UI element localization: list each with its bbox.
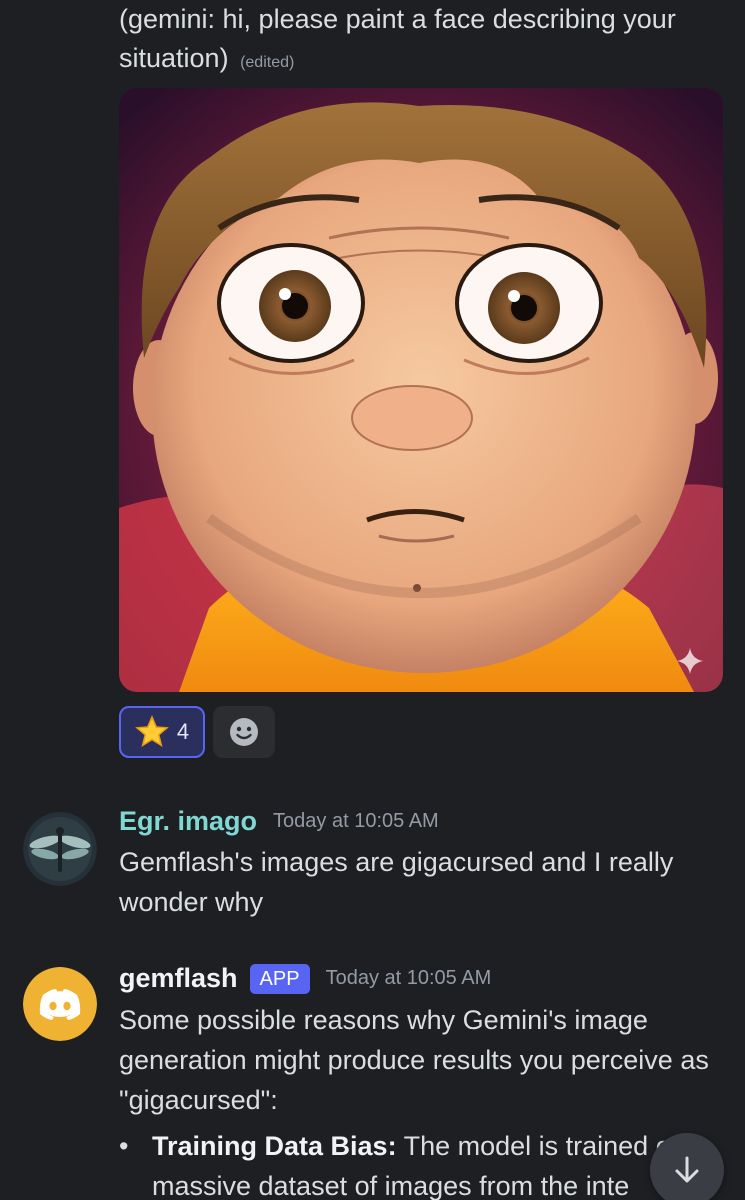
scroll-to-bottom-button[interactable] bbox=[650, 1133, 724, 1200]
arrow-down-icon bbox=[675, 1156, 699, 1183]
message-content: Gemflash's images are gigacursed and I r… bbox=[119, 847, 674, 917]
star-icon bbox=[135, 715, 169, 747]
edited-label: (edited) bbox=[240, 54, 295, 71]
list-item: • Training Data Bias: The model is train… bbox=[119, 1126, 729, 1200]
username[interactable]: gemflash bbox=[119, 963, 238, 994]
bullet-title: Training Data Bias: bbox=[152, 1131, 397, 1161]
message-header: Egr. imago Today at 10:05 AM bbox=[119, 806, 439, 837]
previous-message-text: (gemini: hi, please paint a face describ… bbox=[119, 0, 729, 82]
chat-view: (gemini: hi, please paint a face describ… bbox=[0, 0, 745, 1200]
message-content: Some possible reasons why Gemini's image… bbox=[119, 1005, 709, 1115]
add-reaction-button[interactable] bbox=[213, 706, 275, 758]
dragonfly-avatar[interactable] bbox=[23, 812, 97, 886]
message-header: gemflash APP Today at 10:05 AM bbox=[119, 963, 491, 994]
star-reaction[interactable]: 4 bbox=[119, 706, 205, 758]
sparkle-icon bbox=[677, 648, 703, 674]
add-reaction-icon bbox=[230, 718, 258, 746]
username[interactable]: Egr. imago bbox=[119, 806, 257, 837]
bullet-icon: • bbox=[119, 1131, 129, 1161]
generated-face-image[interactable] bbox=[119, 88, 723, 692]
reaction-bar: 4 bbox=[119, 706, 275, 758]
message-content: (gemini: hi, please paint a face describ… bbox=[119, 4, 676, 73]
timestamp: Today at 10:05 AM bbox=[273, 810, 439, 832]
app-badge: APP bbox=[249, 963, 310, 994]
discord-logo-avatar[interactable] bbox=[23, 967, 97, 1041]
reaction-count: 4 bbox=[176, 719, 190, 744]
timestamp: Today at 10:05 AM bbox=[325, 967, 492, 989]
